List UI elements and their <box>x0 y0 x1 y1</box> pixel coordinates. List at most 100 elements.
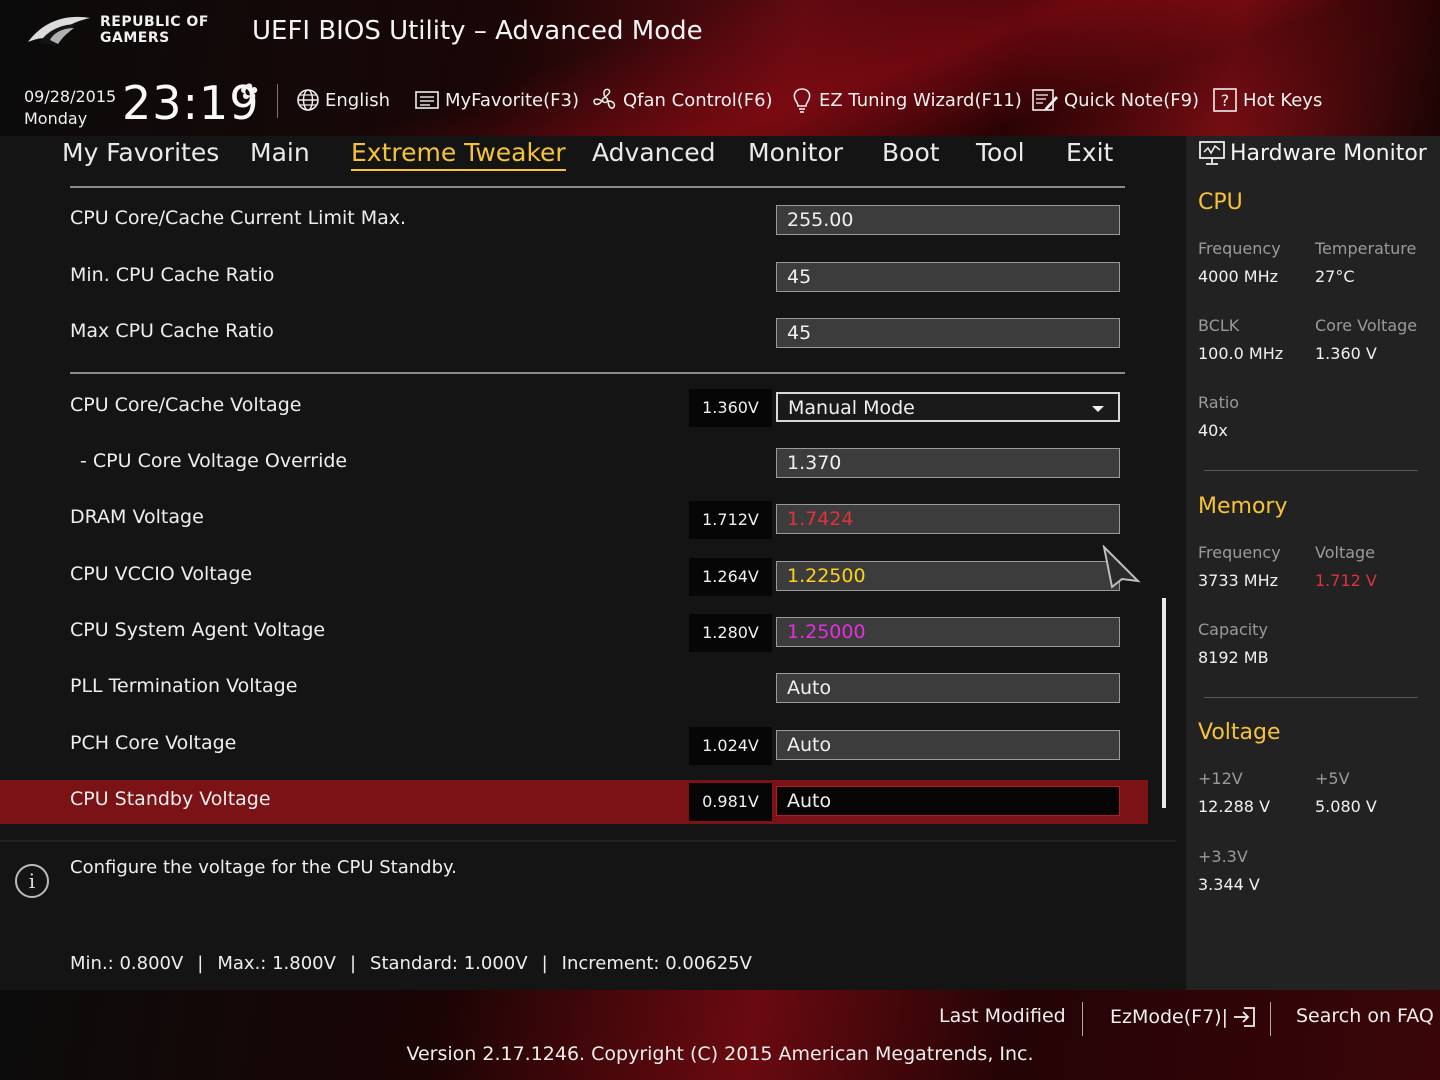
setting-label: Min. CPU Cache Ratio <box>70 264 275 286</box>
footer-divider <box>1082 1002 1083 1036</box>
exit-arrow-icon <box>1234 1007 1255 1027</box>
mouse-pointer-icon <box>1102 545 1141 589</box>
v5-label: +5V <box>1315 769 1350 788</box>
qfan-control-label: Qfan Control(F6) <box>623 89 773 111</box>
clock-settings-gear-icon[interactable]: ✿ <box>240 80 258 105</box>
current-voltage-readout: 0.981V <box>689 783 772 821</box>
min-cache-ratio-input[interactable]: 45 <box>776 262 1120 292</box>
tab-extreme-tweaker[interactable]: Extreme Tweaker <box>351 138 566 171</box>
setting-label: CPU System Agent Voltage <box>70 619 326 641</box>
max-cache-ratio-input[interactable]: 45 <box>776 318 1120 348</box>
setting-row-core-cache-voltage[interactable]: CPU Core/Cache Voltage 1.360V Manual Mod… <box>0 386 1148 430</box>
hw-divider <box>1204 697 1418 698</box>
current-voltage-readout: 1.712V <box>689 501 772 539</box>
last-modified-button[interactable]: Last Modified <box>939 1005 1066 1027</box>
memory-capacity-value: 8192 MB <box>1198 648 1269 667</box>
search-faq-button[interactable]: Search on FAQ <box>1296 1005 1434 1027</box>
settings-scrollbar[interactable] <box>1162 598 1166 808</box>
pch-core-voltage-input[interactable]: Auto <box>776 730 1120 760</box>
help-icon: ? <box>1213 88 1237 112</box>
range-separator: | <box>349 953 357 974</box>
range-separator: | <box>541 953 548 974</box>
setting-row-vccio-voltage[interactable]: CPU VCCIO Voltage 1.264V 1.22500 <box>0 555 1148 599</box>
svg-text:?: ? <box>1221 91 1230 110</box>
help-description: Configure the voltage for the CPU Standb… <box>70 857 457 878</box>
current-limit-input[interactable]: 255.00 <box>776 205 1120 235</box>
ezmode-button[interactable]: EzMode(F7)| <box>1110 1005 1258 1029</box>
app-title: UEFI BIOS Utility – Advanced Mode <box>252 16 703 46</box>
increment-value-text: Increment: 0.00625V <box>561 953 752 974</box>
core-voltage-override-input[interactable]: 1.370 <box>776 448 1120 478</box>
hw-section-cpu: CPU <box>1198 190 1243 215</box>
bclk-label: BCLK <box>1198 316 1240 335</box>
setting-label: CPU Standby Voltage <box>70 788 271 810</box>
setting-row-cpu-standby-voltage[interactable]: CPU Standby Voltage 0.981V Auto <box>0 780 1148 824</box>
select-value: Manual Mode <box>788 397 915 419</box>
ezmode-label: EzMode(F7)| <box>1110 1006 1228 1028</box>
quick-note-button[interactable]: Quick Note(F9) <box>1031 86 1199 114</box>
ez-tuning-wizard-button[interactable]: EZ Tuning Wizard(F11) <box>790 86 1022 114</box>
section-divider <box>70 372 1125 374</box>
current-voltage-readout: 1.024V <box>689 727 772 765</box>
tab-advanced[interactable]: Advanced <box>592 138 716 167</box>
setting-row-current-limit[interactable]: CPU Core/Cache Current Limit Max. 255.00 <box>0 199 1148 243</box>
memory-voltage-label: Voltage <box>1315 543 1376 562</box>
footer-divider <box>1270 1002 1271 1036</box>
language-label: English <box>325 89 390 111</box>
max-value-text: Max.: 1.800V <box>217 953 336 974</box>
rog-logo-icon <box>28 16 90 46</box>
tab-monitor[interactable]: Monitor <box>748 138 843 167</box>
standard-value-text: Standard: 1.000V <box>370 953 528 974</box>
cpu-standby-voltage-input[interactable]: Auto <box>776 786 1120 816</box>
setting-label: DRAM Voltage <box>70 506 204 528</box>
cpu-frequency-value: 4000 MHz <box>1198 267 1279 286</box>
qfan-control-button[interactable]: Qfan Control(F6) <box>592 86 773 114</box>
core-cache-voltage-select[interactable]: Manual Mode <box>776 392 1120 422</box>
setting-row-system-agent-voltage[interactable]: CPU System Agent Voltage 1.280V 1.25000 <box>0 611 1148 655</box>
setting-row-core-voltage-override[interactable]: - CPU Core Voltage Override 1.370 <box>0 442 1148 486</box>
favorite-icon <box>415 91 439 109</box>
setting-row-pch-core-voltage[interactable]: PCH Core Voltage 1.024V Auto <box>0 724 1148 768</box>
hot-keys-button[interactable]: ? Hot Keys <box>1212 86 1322 114</box>
hw-divider <box>1204 470 1418 471</box>
note-icon <box>1032 89 1058 111</box>
date-block: 09/28/2015 Monday <box>24 86 116 130</box>
setting-row-min-cache-ratio[interactable]: Min. CPU Cache Ratio 45 <box>0 256 1148 300</box>
tab-tool[interactable]: Tool <box>976 138 1025 167</box>
setting-label: Max CPU Cache Ratio <box>70 320 274 342</box>
setting-label: CPU VCCIO Voltage <box>70 563 253 585</box>
version-text: Version 2.17.1246. Copyright (C) 2015 Am… <box>406 1043 1034 1065</box>
current-voltage-readout: 1.264V <box>689 558 772 596</box>
setting-row-max-cache-ratio[interactable]: Max CPU Cache Ratio 45 <box>0 312 1148 356</box>
setting-row-pll-termination-voltage[interactable]: PLL Termination Voltage Auto <box>0 667 1148 711</box>
tab-boot[interactable]: Boot <box>882 138 940 167</box>
globe-icon <box>297 89 319 111</box>
core-voltage-label: Core Voltage <box>1315 316 1418 335</box>
tab-underline-rule <box>70 186 1125 188</box>
tab-main[interactable]: Main <box>250 138 310 167</box>
system-agent-voltage-input[interactable]: 1.25000 <box>776 617 1120 647</box>
v33-value: 3.344 V <box>1198 875 1260 894</box>
setting-label: - CPU Core Voltage Override <box>80 450 348 472</box>
brand-logo-text: REPUBLIC OF GAMERS <box>100 14 209 46</box>
ratio-label: Ratio <box>1198 393 1240 412</box>
current-voltage-readout: 1.280V <box>689 614 772 652</box>
hw-section-memory: Memory <box>1198 494 1288 519</box>
hardware-monitor-label: Hardware Monitor <box>1230 140 1427 166</box>
pll-termination-voltage-input[interactable]: Auto <box>776 673 1120 703</box>
dram-voltage-input[interactable]: 1.7424 <box>776 504 1120 534</box>
range-separator: | <box>197 953 204 974</box>
cpu-frequency-label: Frequency <box>1198 239 1281 258</box>
clock: 23:19 <box>122 76 260 130</box>
hardware-monitor-title: Hardware Monitor <box>1198 140 1427 166</box>
language-button[interactable]: English <box>296 86 390 114</box>
myfavorite-button[interactable]: MyFavorite(F3) <box>414 86 579 114</box>
tab-exit[interactable]: Exit <box>1066 138 1113 167</box>
tab-my-favorites[interactable]: My Favorites <box>62 138 219 167</box>
ez-tuning-wizard-label: EZ Tuning Wizard(F11) <box>819 89 1022 111</box>
footer-bar <box>0 990 1440 1080</box>
setting-row-dram-voltage[interactable]: DRAM Voltage 1.712V 1.7424 <box>0 498 1148 542</box>
setting-label: CPU Core/Cache Voltage <box>70 394 302 416</box>
vccio-voltage-input[interactable]: 1.22500 <box>776 561 1120 591</box>
myfavorite-label: MyFavorite(F3) <box>445 89 579 111</box>
